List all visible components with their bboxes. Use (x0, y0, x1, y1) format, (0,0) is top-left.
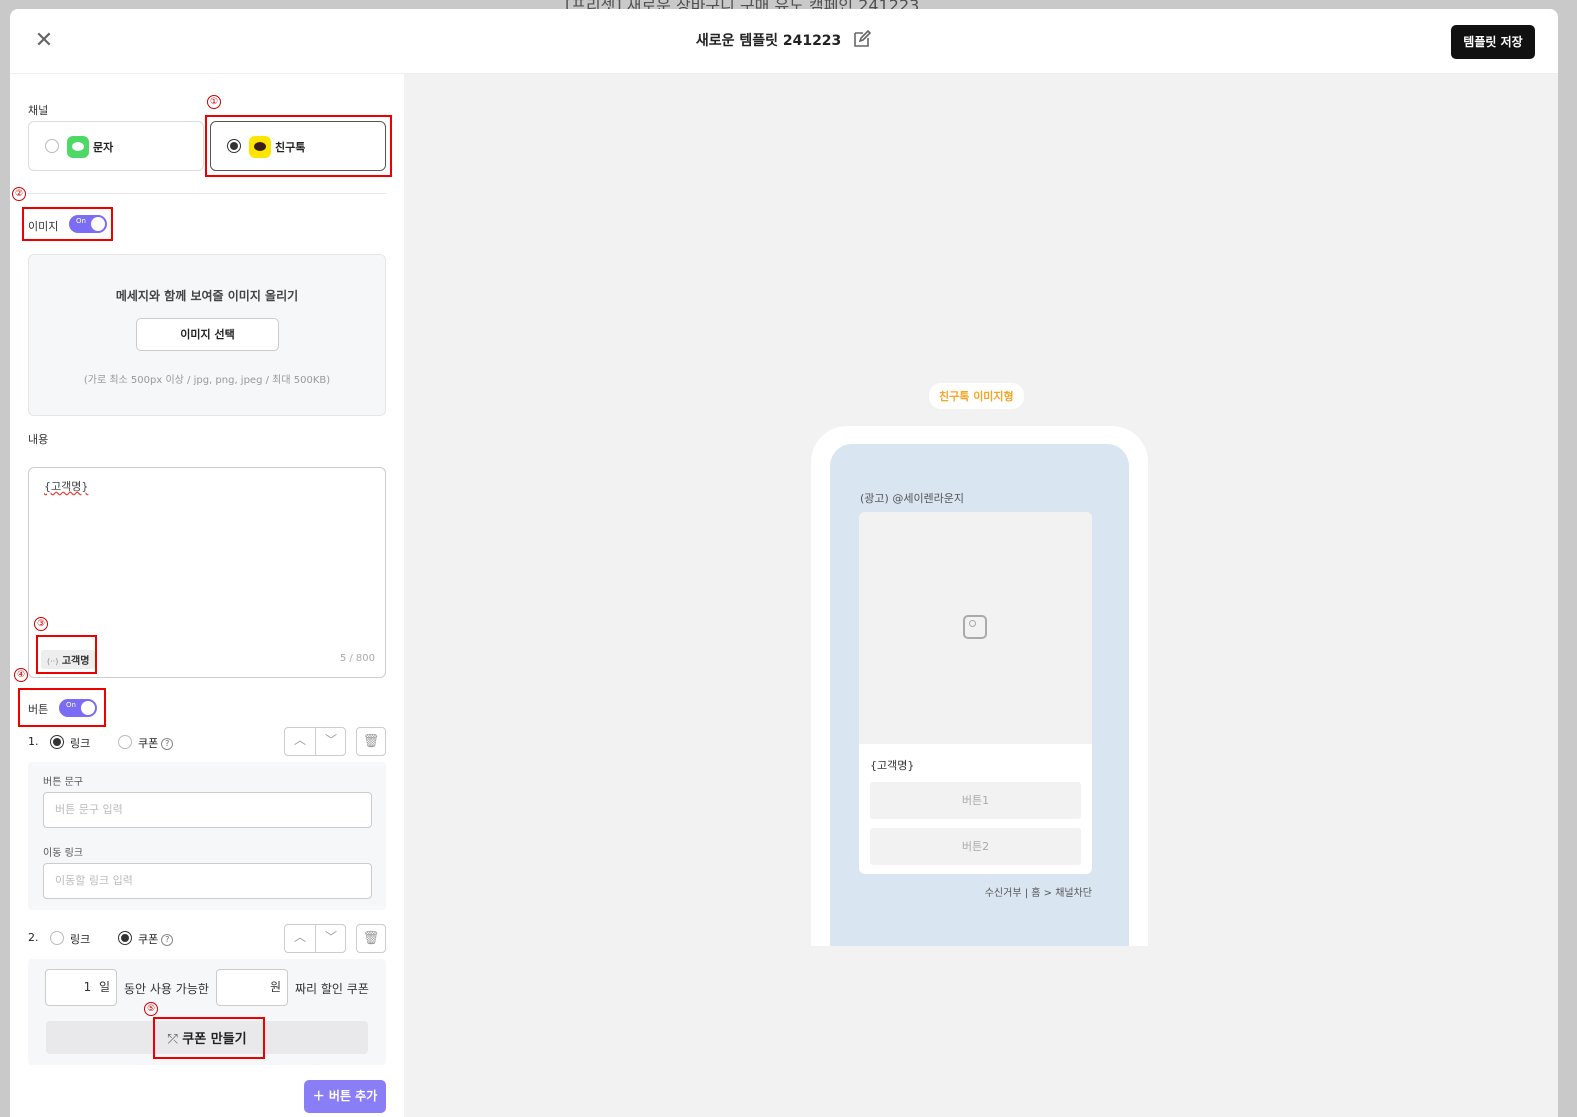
add-button-label: 버튼 추가 (328, 1089, 378, 1103)
message-card: {고객명} 버튼1 버튼2 (859, 512, 1092, 874)
channel-label: 채널 (28, 104, 49, 117)
radio-link[interactable] (50, 735, 64, 749)
annotation-number-2: ② (12, 187, 26, 201)
coupon-text: 쿠폰 (138, 737, 159, 750)
trash-icon[interactable]: 🗑 (356, 924, 386, 953)
image-icon (963, 615, 987, 639)
chevron-down-icon[interactable]: ﹀ (316, 928, 346, 945)
reorder-buttons: ︿ ﹀ (284, 727, 346, 756)
button-1-settings: 버튼 문구 버튼 문구 입력 이동 링크 이동할 링크 입력 (28, 762, 386, 910)
ad-sender-line: (광고) @세이렌라운지 (860, 492, 965, 505)
message-body: {고객명} (870, 759, 915, 772)
button-text-label: 버튼 문구 (43, 777, 83, 788)
preview-type-badge: 친구톡 이미지형 (929, 383, 1024, 409)
annotation-number-1: ① (207, 95, 221, 109)
edit-icon[interactable] (852, 29, 872, 53)
annotation-number-4: ④ (14, 668, 28, 682)
add-button-button[interactable]: ＋ 버튼 추가 (304, 1080, 386, 1113)
annotation-number-3: ③ (34, 617, 48, 631)
save-template-button[interactable]: 템플릿 저장 (1451, 25, 1535, 59)
content-label: 내용 (28, 433, 49, 446)
upload-note: (가로 최소 500px 이상 / jpg, png, jpeg / 최대 50… (83, 375, 331, 386)
image-upload-area[interactable]: 메세지와 함께 보여줄 이미지 올리기 이미지 선택 (가로 최소 500px … (28, 254, 386, 416)
annotation-box-3 (36, 635, 97, 674)
preview-button-2: 버튼2 (870, 828, 1081, 865)
modal-header: ✕ 새로운 템플릿 241223 템플릿 저장 (10, 9, 1558, 74)
chevron-up-icon[interactable]: ︿ (285, 928, 315, 945)
button-index: 2. (28, 931, 39, 944)
divider (28, 193, 386, 194)
upload-heading: 메세지와 함께 보여줄 이미지 올리기 (115, 289, 299, 303)
radio-coupon[interactable] (118, 735, 132, 749)
buttons-toggle[interactable]: On (59, 699, 97, 717)
annotation-box-5 (153, 1017, 265, 1059)
plus-icon: ＋ (312, 1089, 325, 1103)
template-title-text: 새로운 템플릿 241223 (695, 33, 842, 49)
toggle-knob (81, 701, 95, 715)
coupon-mid-text: 동안 사용 가능한 (124, 982, 209, 996)
template-editor-modal: ✕ 새로운 템플릿 241223 템플릿 저장 채널 문자 친구톡 ① ② 이미… (10, 9, 1558, 1117)
days-value: 1 (83, 980, 92, 994)
sms-chat-icon (67, 136, 89, 158)
button-index: 1. (28, 735, 39, 748)
toggle-text: On (66, 701, 76, 709)
reorder-buttons: ︿ ﹀ (284, 924, 346, 953)
annotation-box-1 (205, 115, 392, 177)
preview-button-1: 버튼1 (870, 782, 1081, 819)
content-text: {고객명} (44, 480, 89, 493)
annotation-number-5: ⑤ (144, 1002, 158, 1016)
coupon-days-input[interactable]: 1 일 (45, 969, 117, 1006)
coupon-text: 쿠폰 (138, 933, 159, 946)
days-unit: 일 (98, 980, 110, 994)
coupon-end-text: 짜리 할인 쿠폰 (295, 982, 369, 996)
type-coupon-label: 쿠폰? (138, 735, 174, 751)
phone-preview: (광고) @세이렌라운지 {고객명} 버튼1 버튼2 수신거부 | 홈 > 채널… (811, 426, 1148, 946)
type-coupon-label: 쿠폰? (138, 931, 174, 947)
button-link-label: 이동 링크 (43, 848, 83, 859)
image-toggle[interactable]: On (69, 215, 107, 233)
coupon-amount-input[interactable]: 원 (216, 969, 288, 1006)
help-icon[interactable]: ? (161, 738, 174, 750)
phone-screen: (광고) @세이렌라운지 {고객명} 버튼1 버튼2 수신거부 | 홈 > 채널… (830, 444, 1129, 946)
character-counter: 5 / 800 (339, 653, 375, 664)
chevron-up-icon[interactable]: ︿ (285, 731, 315, 748)
select-image-button[interactable]: 이미지 선택 (136, 318, 279, 351)
template-title: 새로운 템플릿 241223 (10, 29, 1558, 53)
toggle-text: On (76, 217, 86, 225)
trash-icon[interactable]: 🗑 (356, 727, 386, 756)
chevron-down-icon[interactable]: ﹀ (316, 731, 346, 748)
buttons-label: 버튼 (28, 703, 49, 716)
button-link-input[interactable]: 이동할 링크 입력 (43, 863, 372, 899)
radio-sms[interactable] (45, 139, 59, 153)
radio-link[interactable] (50, 931, 64, 945)
help-icon[interactable]: ? (161, 934, 174, 946)
image-label: 이미지 (28, 220, 59, 233)
channel-option-label: 문자 (93, 141, 114, 154)
preview-panel: 친구톡 이미지형 (광고) @세이렌라운지 {고객명} 버튼1 버튼2 수신거부… (404, 74, 1558, 1117)
channel-option-sms[interactable]: 문자 (28, 121, 204, 171)
type-link-label: 링크 (70, 737, 91, 750)
editor-panel: 채널 문자 친구톡 ① ② 이미지 On 메세지와 함께 보여줄 이미지 올리기… (10, 74, 404, 1117)
button-text-input[interactable]: 버튼 문구 입력 (43, 792, 372, 828)
radio-coupon[interactable] (118, 931, 132, 945)
unsubscribe-footer: 수신거부 | 홈 > 채널차단 (984, 888, 1092, 899)
toggle-knob (91, 217, 105, 231)
type-link-label: 링크 (70, 933, 91, 946)
image-placeholder (859, 512, 1092, 744)
